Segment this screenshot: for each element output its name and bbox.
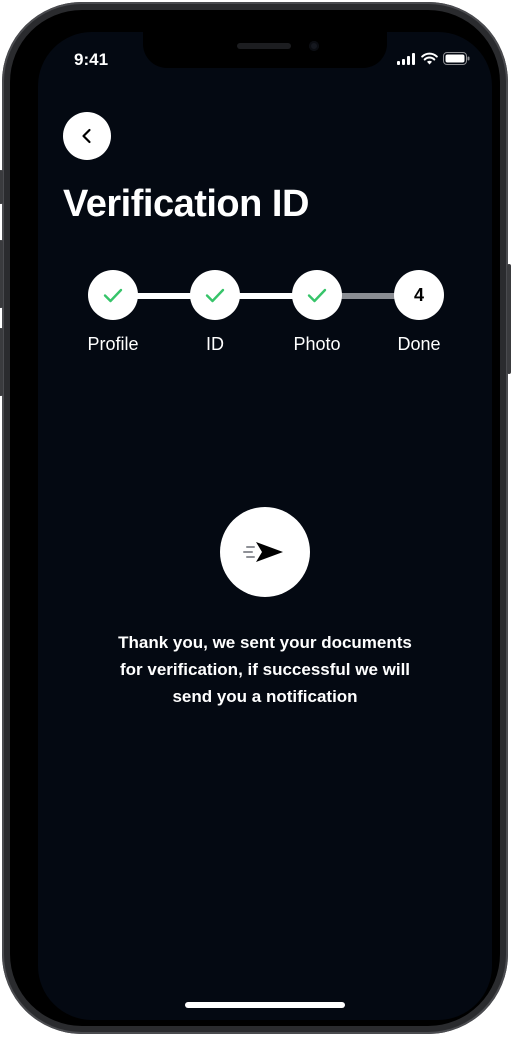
paper-plane-send-icon	[243, 542, 283, 562]
home-indicator[interactable]	[185, 1002, 345, 1008]
step-label: ID	[206, 334, 224, 354]
status-time: 9:41	[74, 50, 109, 69]
phone-bezel: 9:41 Verification ID Profile ID Photo 4 …	[10, 10, 500, 1026]
check-icon	[205, 288, 225, 303]
silent-switch	[0, 170, 3, 204]
camera-notch	[143, 32, 387, 68]
volume-up-button	[0, 240, 3, 308]
step-number: 4	[413, 284, 424, 305]
step-circle-complete	[190, 270, 240, 320]
phone-frame: 9:41 Verification ID Profile ID Photo 4 …	[0, 2, 511, 1034]
step-label: Photo	[293, 334, 341, 354]
cellular-signal-icon	[397, 52, 415, 65]
back-button[interactable]	[63, 112, 111, 160]
step-circle-current: 4	[394, 270, 444, 320]
step-done[interactable]: 4 Done	[369, 270, 469, 355]
page-title: Verification ID	[63, 183, 309, 225]
battery-icon	[443, 52, 470, 65]
step-profile[interactable]: Profile	[63, 270, 163, 355]
step-circle-complete	[88, 270, 138, 320]
app-screen: 9:41 Verification ID Profile ID Photo 4 …	[38, 32, 492, 1020]
step-label: Done	[397, 334, 441, 354]
wifi-icon	[421, 52, 438, 65]
check-icon	[103, 288, 123, 303]
step-id[interactable]: ID	[165, 270, 265, 355]
check-icon	[307, 288, 327, 303]
chevron-left-icon	[82, 128, 91, 144]
message-line: Thank you, we sent your documents	[118, 633, 412, 652]
confirmation-message: Thank you, we sent your documents for ve…	[78, 629, 452, 710]
sent-confirmation-badge	[220, 507, 310, 597]
step-photo[interactable]: Photo	[267, 270, 367, 355]
volume-down-button	[0, 328, 3, 396]
message-line: for verification, if successful we will	[119, 660, 411, 679]
message-line: send you a notification	[172, 687, 358, 706]
step-label: Profile	[87, 334, 139, 354]
verification-stepper: Profile ID Photo 4 Done	[38, 270, 492, 370]
power-button	[507, 264, 511, 374]
status-icons	[397, 52, 470, 65]
earpiece-speaker	[237, 43, 291, 49]
front-camera	[309, 41, 319, 51]
step-circle-complete	[292, 270, 342, 320]
